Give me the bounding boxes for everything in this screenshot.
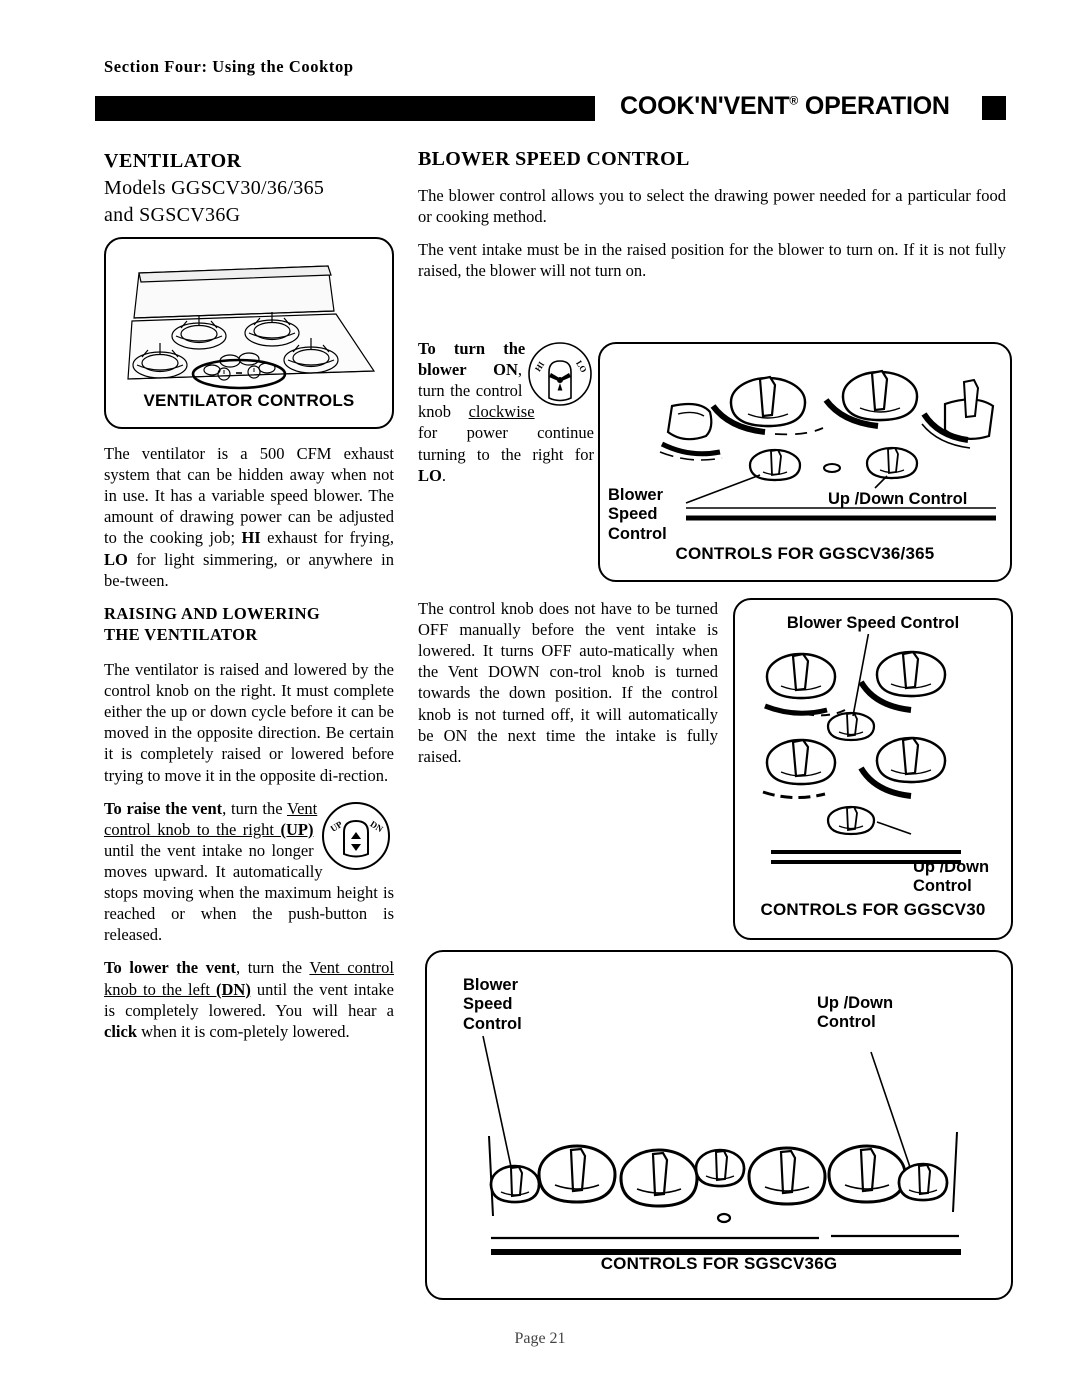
turn-blower-on-paragraph: HI LO To turn the blower ON, turn the co… — [418, 338, 594, 485]
blower-control-paragraph-2: The vent intake must be in the raised po… — [418, 240, 1006, 281]
page-title-rest: OPERATION — [798, 92, 950, 120]
up-down-control-callout-ggscv30: Up /Down Control — [913, 858, 990, 896]
controls-ggscv30-box: Blower Speed Control Up /Down Control CO… — [733, 598, 1013, 940]
blower-speed-control-heading: BLOWER SPEED CONTROL — [418, 148, 690, 170]
header-square-marker — [982, 96, 1006, 120]
page-title-main: COOK'N'VENT — [620, 92, 790, 120]
ggscv30-knob-illustration — [762, 634, 961, 864]
controls-ggscv36-365-box: Blower Speed Control Up /Down Control CO… — [598, 342, 1012, 582]
raising-lowering-subheading-line2: THE VENTILATOR — [104, 624, 258, 644]
hi-lo-knob-icon: HI LO — [526, 338, 594, 410]
header-rule-bar — [95, 96, 595, 121]
ventilator-heading: VENTILATOR Models GGSCV30/36/365 and SGS… — [104, 148, 394, 229]
ventilator-description-paragraph: The ventilator is a 500 CFM exhaust syst… — [104, 444, 394, 590]
controls-ggscv36-365-caption: CONTROLS FOR GGSCV36/365 — [675, 544, 935, 563]
up-down-control-callout: Up /Down Control — [828, 490, 968, 508]
raising-lowering-subheading: RAISING AND LOWERING THE VENTILATOR — [104, 603, 394, 645]
sgscv36g-knob-illustration — [482, 1035, 961, 1255]
turn-blower-on-block: HI LO To turn the blower ON, turn the co… — [418, 338, 594, 486]
controls-sgscv36g-caption: CONTROLS FOR SGSCV36G — [600, 1254, 838, 1273]
right-column: BLOWER SPEED CONTROL The blower control … — [418, 148, 1006, 293]
ventilator-heading-line3: and SGSCV36G — [104, 204, 241, 226]
registered-mark-icon: ® — [789, 93, 799, 108]
section-label: Section Four: Using the Cooktop — [104, 57, 354, 76]
controls-ggscv30-caption: CONTROLS FOR GGSCV30 — [760, 900, 986, 919]
cooktop-illustration — [127, 265, 376, 390]
lower-vent-paragraph: To lower the vent, turn the Vent control… — [104, 958, 395, 1041]
page-footer: Page 21 — [514, 1330, 566, 1347]
blower-speed-control-callout-ggscv30: Blower Speed Control — [786, 614, 960, 632]
left-column: VENTILATOR Models GGSCV30/36/365 and SGS… — [104, 148, 394, 1054]
vent-down-block: The control knob does not have to be tur… — [418, 598, 718, 767]
ventilator-controls-caption: VENTILATOR CONTROLS — [143, 391, 355, 410]
up-down-knob-icon: UP DN — [318, 798, 394, 874]
document-page: Section Four: Using the Cooktop COOK'N'V… — [0, 0, 1080, 1397]
ventilator-heading-line2: Models GGSCV30/36/365 — [104, 177, 325, 199]
blower-speed-control-callout: Blower Speed Control — [608, 486, 667, 543]
raising-lowering-paragraph: The ventilator is raised and lowered by … — [104, 659, 394, 785]
raise-vent-paragraph: UP DN To raise the vent, turn the Vent c… — [104, 798, 394, 945]
controls-sgscv36g-box: Blower Speed Control Up /Down Control CO… — [425, 950, 1013, 1300]
ventilator-controls-illustration-box: VENTILATOR CONTROLS — [104, 237, 394, 429]
raising-lowering-subheading-line1: RAISING AND LOWERING — [104, 603, 321, 623]
ventilator-heading-line1: VENTILATOR — [104, 150, 242, 172]
page-title: COOK'N'VENT® OPERATION — [620, 92, 950, 121]
blower-control-paragraph-1: The blower control allows you to select … — [418, 186, 1006, 227]
vent-down-paragraph: The control knob does not have to be tur… — [418, 599, 718, 766]
